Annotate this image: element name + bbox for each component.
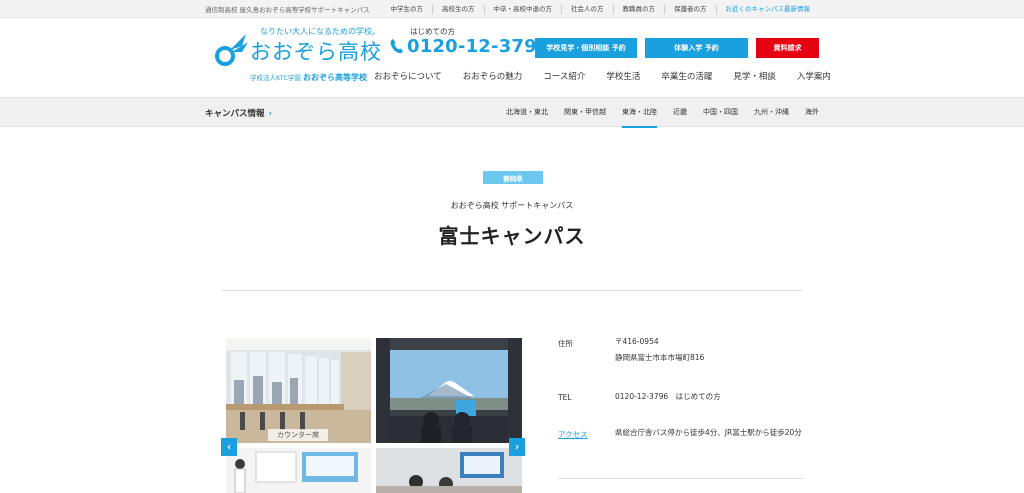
main-nav-item[interactable]: 入学案内 — [797, 70, 831, 82]
street-address: 静岡県富士市本市場町816 — [615, 353, 705, 362]
region-tab[interactable]: 関東・甲信越 — [564, 98, 606, 127]
photo-mt-fuji-view[interactable] — [376, 338, 522, 443]
tel-value: 0120-12-3796 はじめての方 — [615, 392, 721, 401]
page-title: 富士キャンパス — [438, 224, 586, 248]
access-value: 県総合庁舎バス停から徒歩4分、JR富士駅から徒歩20分 — [615, 428, 802, 437]
audience-link[interactable]: 保護者の方 — [664, 4, 716, 14]
photo-caption: カウンター席 — [277, 431, 319, 439]
region-tab[interactable]: 九州・沖縄 — [754, 98, 789, 127]
photo-counter-seats-image — [226, 338, 371, 443]
prefecture-badge: 静岡県 — [483, 171, 543, 184]
main-nav-item[interactable]: おおぞらの魅力 — [463, 70, 523, 82]
main-nav-item[interactable]: 見学・相談 — [733, 70, 776, 82]
region-tab[interactable]: 海外 — [805, 98, 819, 127]
photo-classroom-board[interactable] — [226, 448, 371, 493]
gallery-prev-button[interactable]: ‹ — [221, 438, 237, 456]
campus-info-link[interactable]: キャンパス情報 › — [205, 107, 272, 119]
campus-photo-gallery: カウンター席 ‹ › — [221, 338, 525, 493]
tel-row: TEL 0120-12-3796 はじめての方 — [558, 392, 804, 413]
main-nav: おおぞらについて おおぞらの魅力 コース紹介 学校生活 卒業生の活躍 見学・相談 入学案内 — [374, 66, 831, 86]
access-link[interactable]: アクセス — [558, 429, 588, 440]
audience-link[interactable]: 教職員の方 — [612, 4, 665, 14]
gallery-next-button[interactable]: › — [509, 438, 525, 456]
phone-number: 0120-12-3796 — [407, 36, 550, 57]
campus-info-bar: キャンパス情報 › 北海道・東北 関東・甲信越 東海・北陸 近畿 中国・四国 九州・沖縄 海外 — [0, 97, 1024, 128]
logo-sub-name: おおぞら高等学校 — [302, 73, 367, 82]
phone-contact[interactable]: はじめての方 0120-12-3796 — [388, 26, 549, 60]
section-divider — [222, 290, 802, 291]
main-nav-item[interactable]: 卒業生の活躍 — [661, 70, 712, 82]
access-row: アクセス 県総合庁舎バス停から徒歩4分、JR富士駅から徒歩20分 — [558, 428, 804, 469]
audience-link[interactable]: 中卒・高校中退の方 — [483, 4, 562, 14]
logo-subtitle: 学校法人KTC学園 おおぞら高等学校 — [250, 72, 367, 83]
tel-label: TEL — [558, 393, 572, 402]
visit-reservation-button[interactable]: 学校見学・個別相談 予約 — [535, 38, 637, 58]
audience-links: 中学生の方 高校生の方 中卒・高校中退の方 社会人の方 教職員の方 保護者の方 お近くのキャ… — [382, 0, 820, 18]
region-tabs: 北海道・東北 関東・甲信越 東海・北陸 近畿 中国・四国 九州・沖縄 海外 — [490, 98, 819, 128]
main-nav-item[interactable]: おおぞらについて — [374, 70, 442, 82]
photo-classroom-board-image — [226, 448, 371, 493]
region-tab[interactable]: 近畿 — [673, 98, 687, 127]
phone-icon — [390, 39, 403, 54]
logo-sub-prefix: 学校法人KTC学園 — [250, 74, 301, 82]
campus-subtitle: おおぞら高校 サポートキャンパス — [450, 201, 574, 210]
logo-bird-icon — [215, 34, 248, 66]
audience-link[interactable]: お近くのキャンパス最新情報 — [715, 4, 820, 14]
address-value: 〒416-0954 静岡県富士市本市場町816 — [615, 334, 704, 366]
site-tagline: 通信制高校 屋久島おおぞら高等学校サポートキャンパス — [205, 6, 370, 14]
site-logo[interactable]: なりたい大人になるための学校。 おおぞら高校 学校法人KTC学園 おおぞら高等学… — [210, 24, 381, 86]
main-nav-item[interactable]: コース紹介 — [543, 70, 585, 82]
region-tab[interactable]: 東海・北陸 — [622, 98, 657, 128]
photo-students-class[interactable] — [376, 448, 522, 493]
main-nav-item[interactable]: 学校生活 — [606, 70, 640, 82]
brochure-request-button[interactable]: 資料請求 — [756, 38, 819, 58]
info-divider — [558, 478, 804, 479]
chevron-right-icon: › — [268, 109, 273, 119]
audience-link[interactable]: 中学生の方 — [382, 5, 433, 14]
audience-link[interactable]: 社会人の方 — [561, 4, 613, 14]
postal-code: 〒416-0954 — [615, 337, 659, 346]
photo-mt-fuji-view-image — [376, 338, 522, 443]
region-tab[interactable]: 北海道・東北 — [506, 98, 548, 127]
photo-students-class-image — [376, 448, 522, 493]
trial-reservation-button[interactable]: 体験入学 予約 — [645, 38, 748, 58]
address-label: 住所 — [558, 339, 573, 348]
logo-name: おおぞら高校 — [250, 40, 382, 64]
audience-link[interactable]: 高校生の方 — [432, 4, 484, 14]
photo-counter-seats[interactable]: カウンター席 — [226, 338, 371, 443]
address-row: 住所 〒416-0954 静岡県富士市本市場町816 — [558, 337, 804, 378]
campus-info-label: キャンパス情報 — [205, 109, 265, 119]
utility-bar: 通信制高校 屋久島おおぞら高等学校サポートキャンパス 中学生の方 高校生の方 中卒・… — [0, 0, 1024, 18]
region-tab[interactable]: 中国・四国 — [703, 98, 738, 127]
